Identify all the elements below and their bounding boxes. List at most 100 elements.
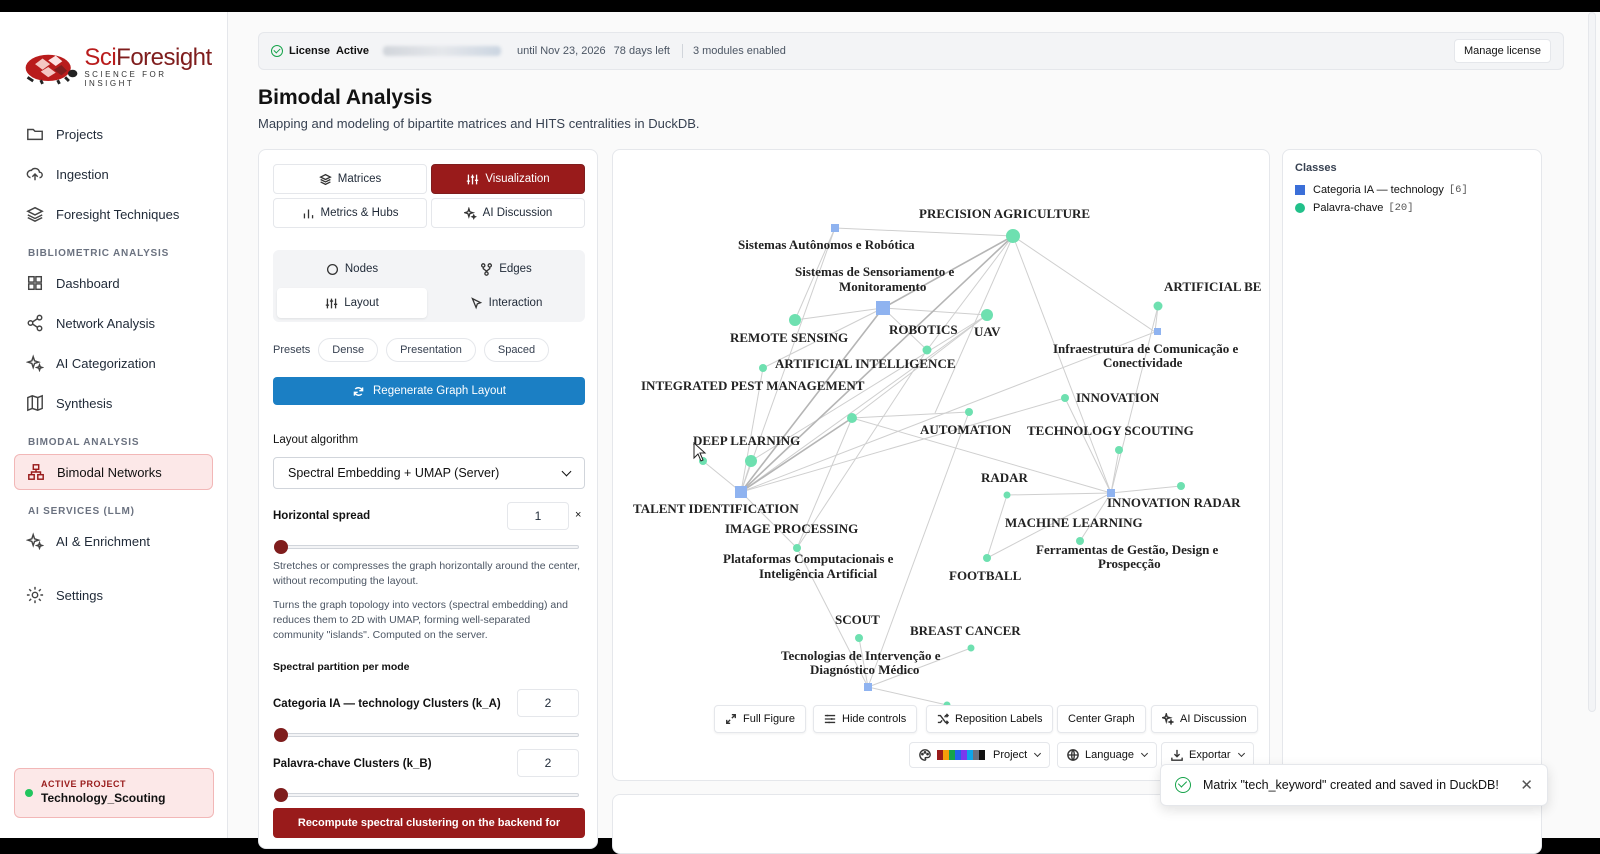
reposition-labels-button[interactable]: Reposition Labels — [926, 705, 1054, 733]
palette-swatch — [937, 750, 985, 760]
export-label: Exportar — [1189, 749, 1231, 761]
manage-license-button[interactable]: Manage license — [1453, 39, 1551, 63]
expand-icon — [726, 714, 736, 724]
node-circle-4[interactable] — [922, 345, 932, 355]
preset-presentation-button[interactable]: Presentation — [386, 338, 476, 362]
layers-icon — [318, 173, 332, 185]
graph-ai-discussion-button[interactable]: AI Discussion — [1151, 705, 1258, 733]
tab-ai-discussion[interactable]: AI Discussion — [431, 198, 585, 228]
graph-canvas[interactable]: Sistemas Autônomos e Robótica Sistemas d… — [612, 149, 1270, 781]
node-circle-14[interactable] — [1177, 482, 1185, 490]
subtab-interaction-label: Interaction — [488, 297, 543, 309]
kb-slider[interactable] — [274, 788, 579, 802]
circle-icon — [326, 263, 338, 275]
class-row-technology[interactable]: Categoria IA — technology [6] — [1295, 184, 1529, 196]
sliders-icon — [824, 714, 836, 724]
nav-synthesis[interactable]: Synthesis — [14, 385, 213, 421]
node-circle-13[interactable] — [1003, 491, 1011, 499]
success-toast: Matrix "tech_keyword" created and saved … — [1160, 764, 1548, 806]
close-icon[interactable]: ✕ — [1520, 776, 1533, 794]
subtab-interaction[interactable]: Interaction — [431, 288, 581, 318]
full-figure-button[interactable]: Full Figure — [714, 705, 806, 733]
page-subtitle: Mapping and modeling of bipartite matric… — [258, 116, 700, 131]
spectral-partition-label: Spectral partition per mode — [273, 661, 410, 673]
node-circle-3[interactable] — [789, 314, 801, 326]
node-square-3[interactable] — [1154, 328, 1161, 335]
node-square-6[interactable] — [864, 683, 872, 691]
nav-projects[interactable]: Projects — [14, 116, 213, 152]
active-project-card[interactable]: ACTIVE PROJECT Technology_Scouting — [14, 768, 214, 818]
download-icon — [1171, 749, 1183, 761]
bipartite-network-svg[interactable]: Sistemas Autônomos e Robótica Sistemas d… — [613, 150, 1270, 781]
node-circle-8[interactable] — [1061, 394, 1069, 402]
reposition-labels-label: Reposition Labels — [955, 713, 1043, 725]
slider-thumb[interactable] — [274, 788, 288, 802]
page-scrollbar[interactable] — [1588, 12, 1596, 712]
node-square-1[interactable] — [831, 224, 839, 232]
preset-dense-button[interactable]: Dense — [318, 338, 379, 362]
nav-bimodal-label: Bimodal Networks — [57, 464, 162, 480]
nav-network-analysis[interactable]: Network Analysis — [14, 305, 213, 341]
label-sq-4: Plataformas Computacionais e — [723, 551, 894, 566]
nav-bimodal-networks[interactable]: Bimodal Networks — [14, 454, 213, 490]
section-bibliometric: BIBLIOMETRIC ANALYSIS — [28, 248, 170, 259]
kb-input[interactable]: 2 — [517, 749, 579, 777]
node-circle-12[interactable] — [1115, 446, 1123, 454]
class-row-keyword[interactable]: Palavra-chave [20] — [1295, 202, 1529, 214]
controls-panel: Matrices Visualization Metrics & Hubs AI… — [258, 149, 598, 849]
node-circle-7[interactable] — [847, 413, 857, 423]
nav-settings[interactable]: Settings — [14, 577, 213, 613]
nav-foresight-techniques[interactable]: Foresight Techniques — [14, 196, 213, 232]
ka-slider[interactable] — [274, 728, 579, 742]
preset-spaced-button[interactable]: Spaced — [483, 338, 550, 362]
subtab-nodes[interactable]: Nodes — [277, 254, 427, 284]
ka-input[interactable]: 2 — [517, 689, 579, 717]
hspread-input[interactable]: 1 — [507, 502, 569, 530]
node-square-4[interactable] — [735, 486, 747, 498]
slider-thumb[interactable] — [274, 728, 288, 742]
hide-controls-button[interactable]: Hide controls — [813, 705, 918, 733]
project-palette-label: Project — [993, 749, 1028, 761]
node-circle-17[interactable] — [983, 554, 991, 562]
license-modules: 3 modules enabled — [692, 45, 786, 57]
label-c-13: TALENT IDENTIFICATION — [633, 501, 799, 516]
label-c-17: FOOTBALL — [949, 568, 1022, 583]
node-circle-2[interactable] — [1153, 301, 1163, 311]
kb-label: Palavra-chave Clusters (k_B) — [273, 758, 432, 770]
folder-icon — [27, 128, 43, 141]
active-project-label: ACTIVE PROJECT — [41, 779, 127, 789]
slider-thumb[interactable] — [274, 540, 288, 554]
nav-dashboard[interactable]: Dashboard — [14, 265, 213, 301]
node-circle-5[interactable] — [981, 309, 993, 321]
recompute-clustering-button[interactable]: Recompute spectral clustering on the bac… — [273, 808, 585, 838]
nav-ingestion[interactable]: Ingestion — [14, 156, 213, 192]
node-circle-10[interactable] — [745, 455, 757, 467]
regenerate-layout-button[interactable]: Regenerate Graph Layout — [273, 377, 585, 405]
node-circle-19[interactable] — [967, 644, 975, 652]
cloud-upload-icon — [26, 167, 43, 181]
language-select[interactable]: Language — [1057, 742, 1157, 768]
project-palette-select[interactable]: Project — [909, 742, 1051, 768]
square-marker-icon — [1295, 185, 1305, 195]
layout-algorithm-select[interactable]: Spectral Embedding + UMAP (Server) — [273, 457, 585, 489]
tab-matrices[interactable]: Matrices — [273, 164, 427, 194]
bar-chart-icon — [303, 208, 313, 218]
subtab-layout[interactable]: Layout — [277, 288, 427, 318]
node-circle-1[interactable] — [1006, 229, 1020, 243]
node-circle-18[interactable] — [855, 634, 863, 642]
hspread-slider[interactable] — [274, 540, 579, 554]
tab-visualization[interactable]: Visualization — [431, 164, 585, 194]
palette-icon — [919, 749, 931, 761]
node-square-2[interactable] — [876, 301, 890, 315]
nav-ai-enrichment[interactable]: AI & Enrichment — [14, 523, 213, 559]
subtab-edges[interactable]: Edges — [431, 254, 581, 284]
nav-ai-categorization[interactable]: AI Categorization — [14, 345, 213, 381]
node-circle-6[interactable] — [759, 364, 767, 372]
center-graph-button[interactable]: Center Graph — [1057, 705, 1146, 733]
tab-metrics-hubs[interactable]: Metrics & Hubs — [273, 198, 427, 228]
brand-logo[interactable]: SciForesight SCIENCE FOR INSIGHT — [14, 30, 213, 102]
tab-visualization-label: Visualization — [485, 173, 550, 185]
layout-algorithm-value: Spectral Embedding + UMAP (Server) — [288, 466, 500, 480]
node-circle-9[interactable] — [965, 408, 973, 416]
language-label: Language — [1085, 749, 1134, 761]
